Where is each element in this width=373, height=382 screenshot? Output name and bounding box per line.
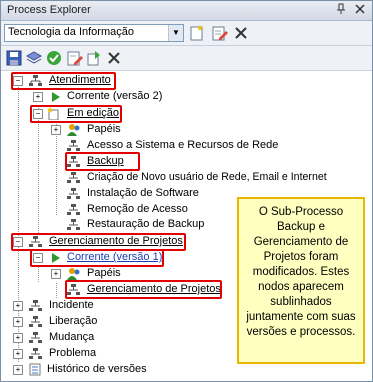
process-explorer-window: Process Explorer Tecnologia da Informaçã… xyxy=(0,0,373,382)
process-tree-icon xyxy=(67,140,80,152)
pin-icon xyxy=(337,3,345,14)
tree-node-criacao[interactable]: Criação de Novo usuário de Rede, Email e… xyxy=(67,170,372,186)
tree-node-label: Corrente (versão 2) xyxy=(67,90,163,102)
tree-node-historico[interactable]: + Histórico de versões xyxy=(11,362,211,378)
process-tree-icon xyxy=(67,172,80,184)
annotation-callout: O Sub-Processo Backup e Gerenciamento de… xyxy=(237,197,365,364)
expand-toggle[interactable]: + xyxy=(13,365,23,375)
edit-process-button[interactable] xyxy=(210,24,228,42)
layers-button[interactable] xyxy=(25,49,43,67)
publish-icon xyxy=(87,51,100,66)
edit-document-icon xyxy=(212,26,228,41)
expand-toggle[interactable]: + xyxy=(13,317,23,327)
process-tree-icon xyxy=(29,316,42,328)
edit-version-button[interactable] xyxy=(65,49,83,67)
highlight-box xyxy=(30,249,164,267)
tree-node-liberacao[interactable]: + Liberação xyxy=(11,314,211,330)
annotation-text: O Sub-Processo Backup e Gerenciamento de… xyxy=(246,206,356,338)
tree-node-label: Criação de Novo usuário de Rede, Email e… xyxy=(87,171,327,183)
close-icon xyxy=(355,4,365,14)
delete-icon xyxy=(108,52,120,64)
delete-process-button[interactable] xyxy=(232,24,250,42)
tree-node-label: Mudança xyxy=(49,331,95,343)
roles-icon xyxy=(67,267,80,280)
highlight-box xyxy=(65,152,140,171)
highlight-box xyxy=(11,72,116,90)
expand-toggle[interactable]: + xyxy=(33,92,43,102)
play-version-icon xyxy=(49,91,62,103)
tree-node-label: Instalação de Software xyxy=(87,187,199,199)
approve-button[interactable] xyxy=(45,49,63,67)
edit-document-icon xyxy=(67,51,83,66)
dropdown-arrow-icon[interactable]: ▼ xyxy=(168,25,183,41)
version-history-icon xyxy=(29,363,42,376)
tree-node-label: Incidente xyxy=(49,299,94,311)
process-tree-icon xyxy=(29,332,42,344)
pin-button[interactable] xyxy=(334,3,348,17)
highlight-box xyxy=(65,280,222,299)
tree-node-label: Papéis xyxy=(87,267,121,279)
tree-node-label: Acesso a Sistema e Recursos de Rede xyxy=(87,139,279,151)
close-button[interactable] xyxy=(353,3,367,17)
process-selector[interactable]: Tecnologia da Informação ▼ xyxy=(4,24,184,42)
check-icon xyxy=(47,51,61,65)
tree-node-label: Papéis xyxy=(87,123,121,135)
tree-node-mudanca[interactable]: + Mudança xyxy=(11,330,211,346)
version-toolbar xyxy=(1,46,372,71)
window-title: Process Explorer xyxy=(7,4,91,16)
process-toolbar: Tecnologia da Informação ▼ xyxy=(1,21,372,46)
tree-node-label: Restauração de Backup xyxy=(87,218,205,230)
highlight-box xyxy=(30,105,122,123)
tree-node-label: Histórico de versões xyxy=(47,363,147,375)
process-tree-icon xyxy=(29,300,42,312)
expand-toggle[interactable]: + xyxy=(13,349,23,359)
expand-toggle[interactable]: + xyxy=(13,333,23,343)
delete-icon xyxy=(235,27,247,39)
process-tree-icon xyxy=(67,204,80,216)
expand-toggle[interactable]: + xyxy=(51,125,61,135)
title-bar: Process Explorer xyxy=(1,1,372,21)
expand-toggle[interactable]: + xyxy=(51,269,61,279)
save-icon xyxy=(6,50,22,66)
tree-node-label: Remoção de Acesso xyxy=(87,203,188,215)
process-tree-icon xyxy=(67,188,80,200)
tree-node-label: Liberação xyxy=(49,315,98,327)
save-button[interactable] xyxy=(5,49,23,67)
publish-button[interactable] xyxy=(85,49,103,67)
roles-icon xyxy=(67,123,80,136)
tree-node-papeis[interactable]: + Papéis xyxy=(49,122,249,138)
tree-node-label: Problema xyxy=(49,347,97,359)
new-process-button[interactable] xyxy=(188,24,206,42)
process-tree-icon xyxy=(29,348,42,360)
process-tree-icon xyxy=(67,219,80,231)
process-selector-value: Tecnologia da Informação xyxy=(8,26,134,38)
tree-node-problema[interactable]: + Problema xyxy=(11,346,211,362)
tree-node-corrente-v2[interactable]: + Corrente (versão 2) xyxy=(31,89,231,105)
layers-icon xyxy=(25,51,43,64)
tree-node-incidente[interactable]: + Incidente xyxy=(11,298,211,314)
delete-version-button[interactable] xyxy=(105,49,123,67)
new-document-icon xyxy=(190,25,203,41)
expand-toggle[interactable]: + xyxy=(13,301,23,311)
